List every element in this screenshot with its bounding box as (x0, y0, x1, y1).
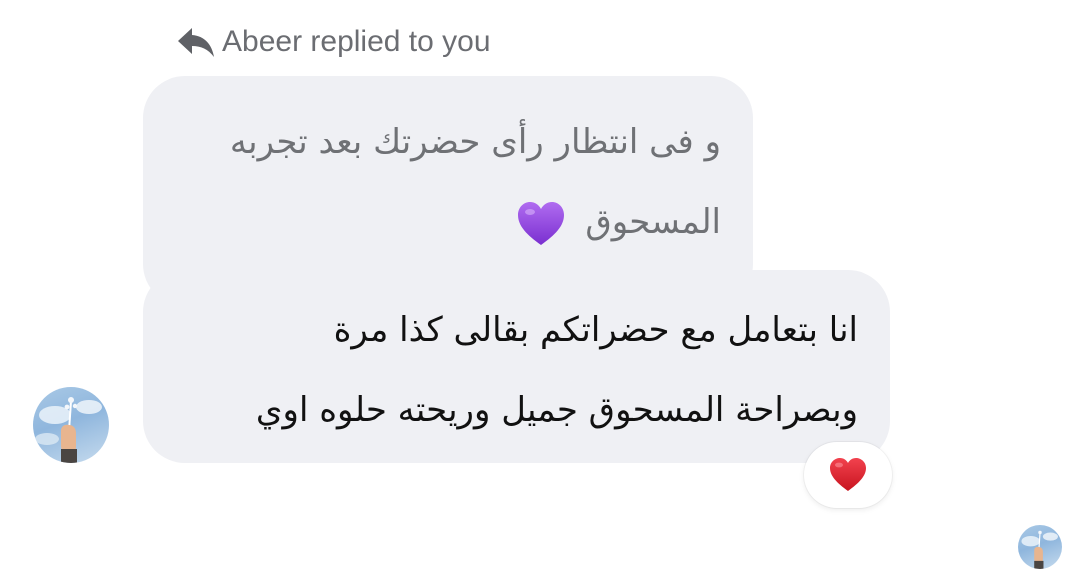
purple-heart-icon (517, 201, 564, 245)
reply-message-line-2: وبصراحة المسحوق جميل وريحته حلوه اوي (255, 390, 858, 430)
quoted-message-text: و فى انتظار رأى حضرتك بعد تجربه المسحوق (161, 102, 721, 262)
reply-message-text: انا بتعامل مع حضراتكم بقالى كذا مرة وبصر… (158, 290, 858, 450)
avatar-image-small (1021, 530, 1058, 569)
reply-message-line-1: انا بتعامل مع حضراتكم بقالى كذا مرة (333, 310, 858, 350)
reply-context-header: Abeer replied to you (176, 22, 491, 62)
reply-context-text: Abeer replied to you (222, 25, 491, 58)
avatar-image (35, 397, 102, 463)
reply-message-bubble[interactable]: انا بتعامل مع حضراتكم بقالى كذا مرة وبصر… (143, 270, 890, 463)
seen-indicator-avatar (1018, 525, 1062, 569)
quoted-message-line-1: و فى انتظار رأى حضرتك بعد تجربه (229, 122, 721, 162)
sender-avatar[interactable] (33, 387, 109, 463)
message-reaction[interactable] (804, 442, 892, 508)
quoted-message-line-2-row: المسحوق (161, 182, 721, 262)
reply-arrow-icon (178, 28, 214, 57)
red-heart-icon (830, 458, 866, 491)
quoted-message-line-2: المسحوق (585, 202, 721, 242)
